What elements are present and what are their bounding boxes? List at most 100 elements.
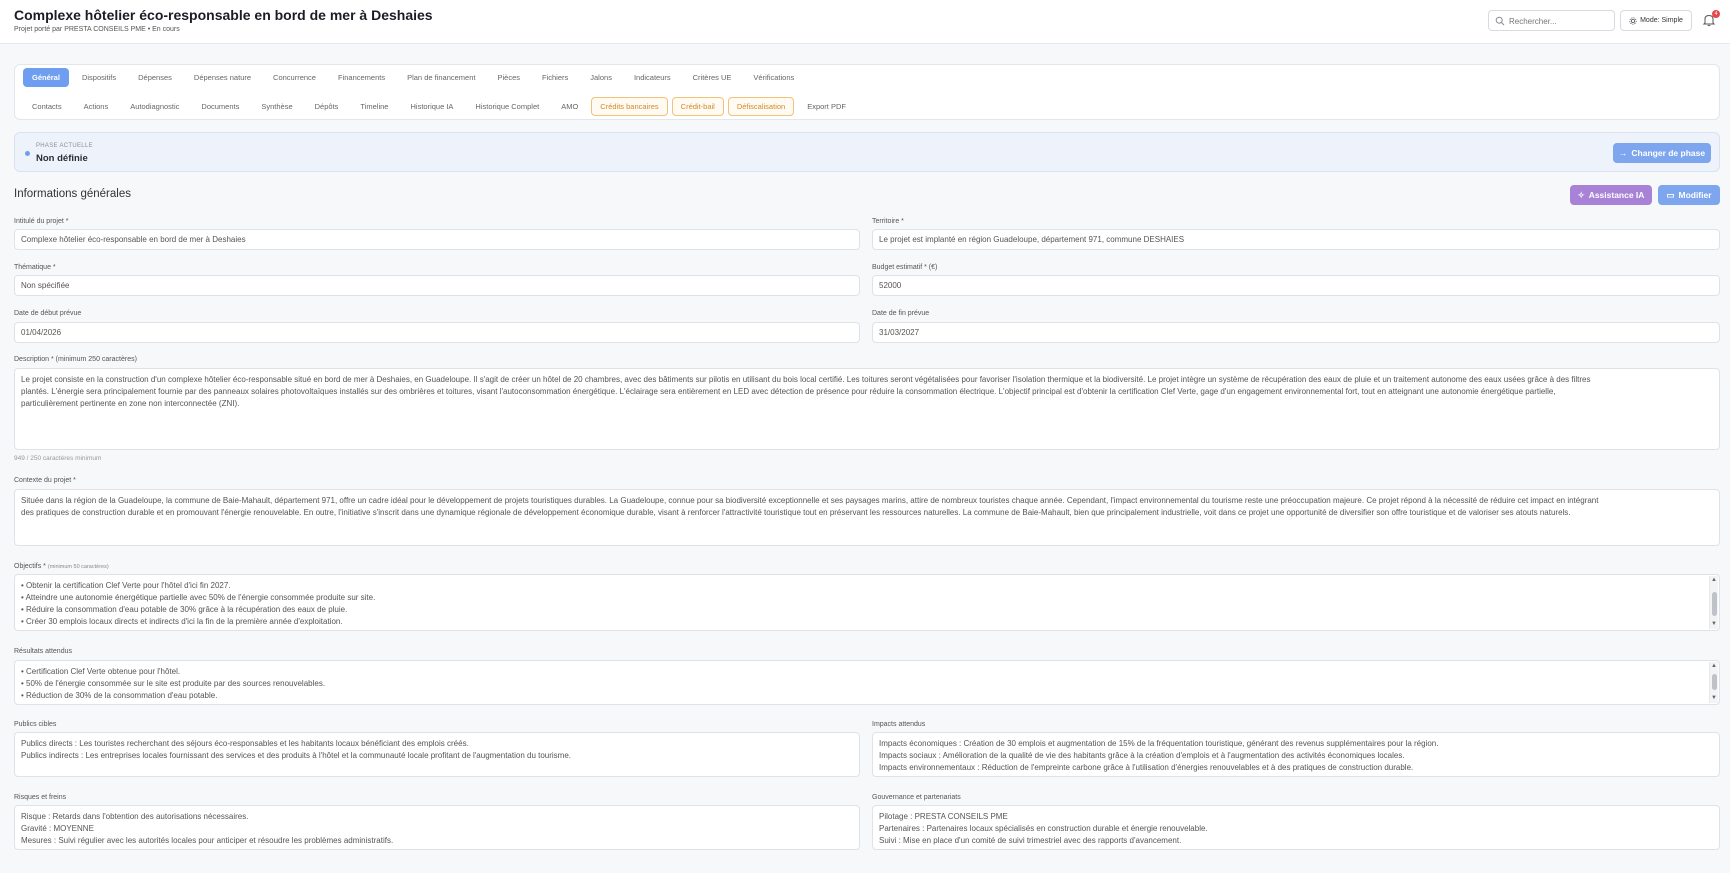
scroll-down-icon[interactable]: ▼ (1711, 695, 1717, 702)
phase-label: PHASE ACTUELLE (36, 143, 93, 149)
tab-general[interactable]: Général (23, 68, 69, 87)
text-line: Pilotage : PRESTA CONSEILS PME (879, 812, 1008, 821)
budget-field[interactable]: 52000 (872, 275, 1720, 296)
tab-timeline[interactable]: Timeline (351, 97, 397, 116)
tab-verifications[interactable]: Vérifications (744, 68, 803, 87)
resultats-field[interactable]: • Certification Clef Verte obtenue pour … (14, 660, 1720, 705)
search-icon (1495, 16, 1505, 26)
tab-export-pdf[interactable]: Export PDF (798, 97, 855, 116)
tab-row-secondary: Contacts Actions Autodiagnostic Documents Sy… (23, 97, 855, 116)
text-line: Située dans la région de la Guadeloupe, … (21, 496, 1599, 505)
territoire-label: Territoire * (872, 218, 904, 225)
intitule-field[interactable]: Complexe hôtelier éco-responsable en bor… (14, 229, 860, 250)
budget-label: Budget estimatif * (€) (872, 264, 938, 271)
edit-button[interactable]: ▭ Modifier (1658, 185, 1720, 205)
text-line: plantés. L'énergie sera principalement f… (21, 387, 1556, 396)
text-line: Suivi : Mise en place d'un comité de sui… (879, 836, 1182, 845)
tab-historique-complet[interactable]: Historique Complet (466, 97, 548, 116)
tab-indicateurs[interactable]: Indicateurs (625, 68, 680, 87)
tab-depots[interactable]: Dépôts (306, 97, 348, 116)
description-field[interactable]: Le projet consiste en la construction d'… (14, 368, 1720, 450)
tab-documents[interactable]: Documents (192, 97, 248, 116)
gouvernance-label: Gouvernance et partenariats (872, 794, 961, 801)
text-line: • Certification Clef Verte obtenue pour … (21, 667, 181, 676)
objectifs-label: Objectifs * (minimum 50 caractères) (14, 563, 109, 570)
edit-label: Modifier (1678, 190, 1712, 200)
search-box[interactable] (1488, 10, 1615, 31)
scrollbar-thumb[interactable] (1712, 592, 1717, 616)
tab-credits-bancaires[interactable]: Crédits bancaires (591, 97, 668, 116)
tab-credit-bail[interactable]: Crédit-bail (671, 97, 724, 116)
risques-field[interactable]: Risque : Retards dans l'obtention des au… (14, 805, 860, 850)
thematique-field[interactable]: Non spécifiée (14, 275, 860, 296)
text-line: Gravité : MOYENNE (21, 824, 94, 833)
text-line: Impacts environnementaux : Réduction de … (879, 763, 1414, 772)
resultats-label: Résultats attendus (14, 648, 72, 655)
scroll-down-icon[interactable]: ▼ (1711, 621, 1717, 628)
text-line: Publics directs : Les touristes recherch… (21, 739, 469, 748)
tab-depenses[interactable]: Dépenses (129, 68, 181, 87)
tab-synthese[interactable]: Synthèse (252, 97, 301, 116)
scrollbar-thumb[interactable] (1712, 674, 1717, 690)
date-debut-field[interactable]: 01/04/2026 (14, 322, 860, 343)
objectifs-label-text: Objectifs * (14, 563, 46, 570)
tab-criteres-ue[interactable]: Critères UE (684, 68, 741, 87)
text-line: Risque : Retards dans l'obtention des au… (21, 812, 249, 821)
scroll-up-icon[interactable]: ▲ (1711, 577, 1717, 584)
tab-row-primary: Général Dispositifs Dépenses Dépenses natur… (23, 68, 803, 87)
description-char-count: 949 / 250 caractères minimum (14, 455, 102, 462)
tab-dispositifs[interactable]: Dispositifs (73, 68, 125, 87)
text-line: • Obtenir la certification Clef Verte po… (21, 581, 231, 590)
text-line: • Réduire la consommation d'eau potable … (21, 605, 348, 614)
tab-actions[interactable]: Actions (75, 97, 118, 116)
app-header: Complexe hôtelier éco-responsable en bor… (0, 0, 1730, 44)
tab-concurrence[interactable]: Concurrence (264, 68, 325, 87)
phase-bar: PHASE ACTUELLE Non définie → Changer de … (14, 132, 1720, 172)
intitule-label: Intitulé du projet * (14, 218, 69, 225)
publics-field[interactable]: Publics directs : Les touristes recherch… (14, 732, 860, 777)
tab-autodiagnostic[interactable]: Autodiagnostic (121, 97, 188, 116)
publics-label: Publics cibles (14, 721, 57, 728)
page-title: Complexe hôtelier éco-responsable en bor… (14, 7, 433, 23)
text-line: • Créer 30 emplois locaux directs et ind… (21, 617, 343, 626)
tab-depenses-nature[interactable]: Dépenses nature (185, 68, 260, 87)
impacts-label: Impacts attendus (872, 721, 926, 728)
change-phase-button[interactable]: → Changer de phase (1613, 143, 1711, 163)
sparkles-icon: ✧ (1577, 189, 1585, 200)
tab-contacts[interactable]: Contacts (23, 97, 71, 116)
date-debut-label: Date de début prévue (14, 310, 82, 317)
scroll-up-icon[interactable]: ▲ (1711, 663, 1717, 670)
text-line: • Réduction de 30% de la consommation d'… (21, 691, 218, 700)
tab-financements[interactable]: Financements (329, 68, 394, 87)
phase-value: Non définie (36, 153, 88, 164)
section-title: Informations générales (14, 188, 131, 200)
tab-pieces[interactable]: Pièces (488, 68, 529, 87)
ai-assistance-button[interactable]: ✧ Assistance IA (1570, 185, 1652, 205)
arrow-right-icon: → (1618, 148, 1628, 158)
impacts-field[interactable]: Impacts économiques : Création de 30 emp… (872, 732, 1720, 777)
resultats-scrollbar[interactable]: ▲ ▼ (1709, 662, 1718, 703)
tabs-card: Général Dispositifs Dépenses Dépenses natur… (14, 64, 1720, 120)
objectifs-field[interactable]: • Obtenir la certification Clef Verte po… (14, 574, 1720, 631)
date-fin-label: Date de fin prévue (872, 310, 930, 317)
tab-defiscalisation[interactable]: Défiscalisation (727, 97, 795, 116)
objectifs-scrollbar[interactable]: ▲ ▼ (1709, 576, 1718, 629)
search-input[interactable] (1509, 14, 1609, 28)
mode-toggle-button[interactable]: Mode: Simple (1620, 10, 1692, 31)
tab-fichiers[interactable]: Fichiers (533, 68, 577, 87)
contexte-field[interactable]: Située dans la région de la Guadeloupe, … (14, 489, 1720, 546)
text-line: particulièrement pertinente en zone non … (21, 399, 240, 408)
thematique-label: Thématique * (14, 264, 56, 271)
edit-icon: ▭ (1666, 189, 1675, 200)
text-line: • 50% de l'énergie consommée sur le site… (21, 679, 326, 688)
text-line: Publics indirects : Les entreprises loca… (21, 751, 572, 760)
territoire-field[interactable]: Le projet est implanté en région Guadelo… (872, 229, 1720, 250)
tab-historique-ia[interactable]: Historique IA (401, 97, 462, 116)
tab-amo[interactable]: AMO (552, 97, 587, 116)
gouvernance-field[interactable]: Pilotage : PRESTA CONSEILS PME Partenair… (872, 805, 1720, 850)
objectifs-label-note: (minimum 50 caractères) (47, 564, 109, 570)
date-fin-field[interactable]: 31/03/2027 (872, 322, 1720, 343)
tab-jalons[interactable]: Jalons (581, 68, 621, 87)
tab-plan-de-financement[interactable]: Plan de financement (398, 68, 484, 87)
phase-status-dot (25, 151, 30, 156)
